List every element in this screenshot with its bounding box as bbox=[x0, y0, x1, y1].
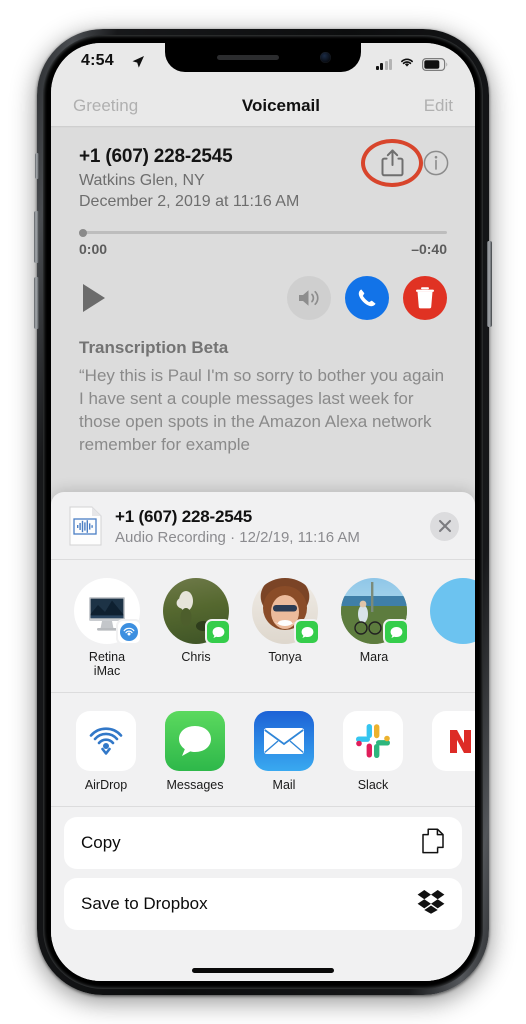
voicemail-header-actions bbox=[379, 148, 449, 178]
app-label: Mail bbox=[272, 778, 296, 792]
avatar bbox=[252, 578, 320, 645]
page-title: Voicemail bbox=[241, 95, 321, 115]
avatar bbox=[74, 578, 142, 645]
partial-app-icon bbox=[432, 711, 475, 771]
share-file-info: +1 (607) 228-2545 Audio Recording · 12/2… bbox=[115, 507, 430, 546]
app-label: Slack bbox=[357, 778, 389, 792]
playback-controls bbox=[79, 274, 447, 322]
transcription-text: “Hey this is Paul I'm so sorry to bother… bbox=[79, 366, 445, 454]
airdrop-icon bbox=[76, 711, 136, 771]
airdrop-badge-icon bbox=[116, 619, 142, 645]
share-actions-list: Copy Save to Dropbox bbox=[51, 807, 475, 930]
messages-badge-icon bbox=[294, 619, 320, 645]
earpiece-speaker-icon bbox=[217, 55, 279, 60]
slack-icon bbox=[343, 711, 403, 771]
avatar bbox=[341, 578, 409, 645]
app-label: AirDrop bbox=[84, 778, 128, 792]
messages-badge-icon bbox=[205, 619, 231, 645]
home-indicator[interactable] bbox=[192, 968, 334, 973]
share-file-subtitle: Audio Recording · 12/2/19, 11:16 AM bbox=[115, 528, 360, 546]
app-item-messages[interactable]: Messages bbox=[165, 711, 225, 792]
status-time: 4:54 bbox=[81, 52, 114, 69]
scrubber-track[interactable] bbox=[79, 231, 447, 234]
messages-icon bbox=[165, 711, 225, 771]
phone-frame: 4:54 Greeting Voicemail Edit +1 (607) 22… bbox=[34, 29, 492, 995]
front-camera-icon bbox=[320, 52, 331, 63]
location-arrow-icon bbox=[131, 55, 145, 74]
app-label: Messages bbox=[166, 778, 224, 792]
wifi-icon bbox=[399, 55, 415, 73]
app-item-airdrop[interactable]: AirDrop bbox=[76, 711, 136, 792]
copy-icon bbox=[421, 827, 445, 859]
contact-item-retina-imac[interactable]: Retina iMac bbox=[74, 578, 142, 678]
avatar bbox=[163, 578, 231, 645]
share-sheet-header: +1 (607) 228-2545 Audio Recording · 12/2… bbox=[51, 492, 475, 560]
contact-item-mara[interactable]: Mara bbox=[341, 578, 409, 678]
volume-up-button[interactable] bbox=[34, 211, 39, 263]
share-sheet: +1 (607) 228-2545 Audio Recording · 12/2… bbox=[51, 492, 475, 981]
scrubber-knob[interactable] bbox=[79, 228, 87, 237]
action-row-copy[interactable]: Copy bbox=[64, 817, 462, 869]
share-contacts-row: Retina iMac Chris Tonya Mara bbox=[51, 560, 475, 693]
transcription-title: Transcription Beta bbox=[79, 338, 229, 357]
playback-times: 0:00 –0:40 bbox=[79, 241, 447, 257]
mail-icon bbox=[254, 711, 314, 771]
action-label: Save to Dropbox bbox=[81, 894, 208, 913]
navigation-bar: Greeting Voicemail Edit bbox=[51, 85, 475, 127]
contact-label: Chris bbox=[181, 650, 211, 664]
contact-label: Mara bbox=[359, 650, 389, 664]
phone-screen: 4:54 Greeting Voicemail Edit +1 (607) 22… bbox=[51, 43, 475, 981]
avatar bbox=[430, 578, 475, 644]
greeting-button[interactable]: Greeting bbox=[73, 96, 138, 116]
info-icon[interactable] bbox=[423, 148, 449, 178]
avatar-photo bbox=[430, 578, 475, 644]
trash-icon[interactable] bbox=[403, 276, 447, 320]
battery-icon bbox=[422, 57, 449, 71]
contact-item-chris[interactable]: Chris bbox=[163, 578, 231, 678]
share-apps-row: AirDrop Messages Mail Slack bbox=[51, 693, 475, 807]
voicemail-action-buttons bbox=[287, 276, 447, 320]
phone-icon[interactable] bbox=[345, 276, 389, 320]
action-row-save-to-dropbox[interactable]: Save to Dropbox bbox=[64, 878, 462, 930]
app-item-mail[interactable]: Mail bbox=[254, 711, 314, 792]
contact-label: Tonya bbox=[268, 650, 302, 664]
remaining-time: –0:40 bbox=[411, 241, 447, 257]
close-icon[interactable] bbox=[430, 511, 459, 541]
voicemail-datetime: December 2, 2019 at 11:16 AM bbox=[79, 193, 300, 210]
notch bbox=[165, 43, 361, 72]
share-file-title: +1 (607) 228-2545 bbox=[115, 506, 252, 526]
action-label: Copy bbox=[81, 833, 121, 852]
status-indicators bbox=[375, 55, 450, 73]
app-item-partial[interactable] bbox=[432, 711, 475, 792]
speaker-icon[interactable] bbox=[287, 276, 331, 320]
app-item-slack[interactable]: Slack bbox=[343, 711, 403, 792]
playback-scrubber[interactable] bbox=[79, 228, 447, 237]
cellular-signal-icon bbox=[375, 58, 392, 70]
play-icon[interactable] bbox=[83, 284, 105, 312]
audio-file-icon bbox=[69, 506, 102, 546]
contact-item-tonya[interactable]: Tonya bbox=[252, 578, 320, 678]
messages-badge-icon bbox=[383, 619, 409, 645]
mute-switch[interactable] bbox=[35, 153, 39, 179]
contact-item-partial[interactable] bbox=[430, 578, 475, 678]
dropbox-icon bbox=[417, 889, 445, 919]
volume-down-button[interactable] bbox=[34, 277, 39, 329]
edit-button[interactable]: Edit bbox=[424, 96, 453, 116]
elapsed-time: 0:00 bbox=[79, 241, 108, 257]
share-icon[interactable] bbox=[379, 148, 405, 178]
contact-label: Retina iMac bbox=[88, 650, 126, 678]
power-button[interactable] bbox=[487, 241, 492, 327]
